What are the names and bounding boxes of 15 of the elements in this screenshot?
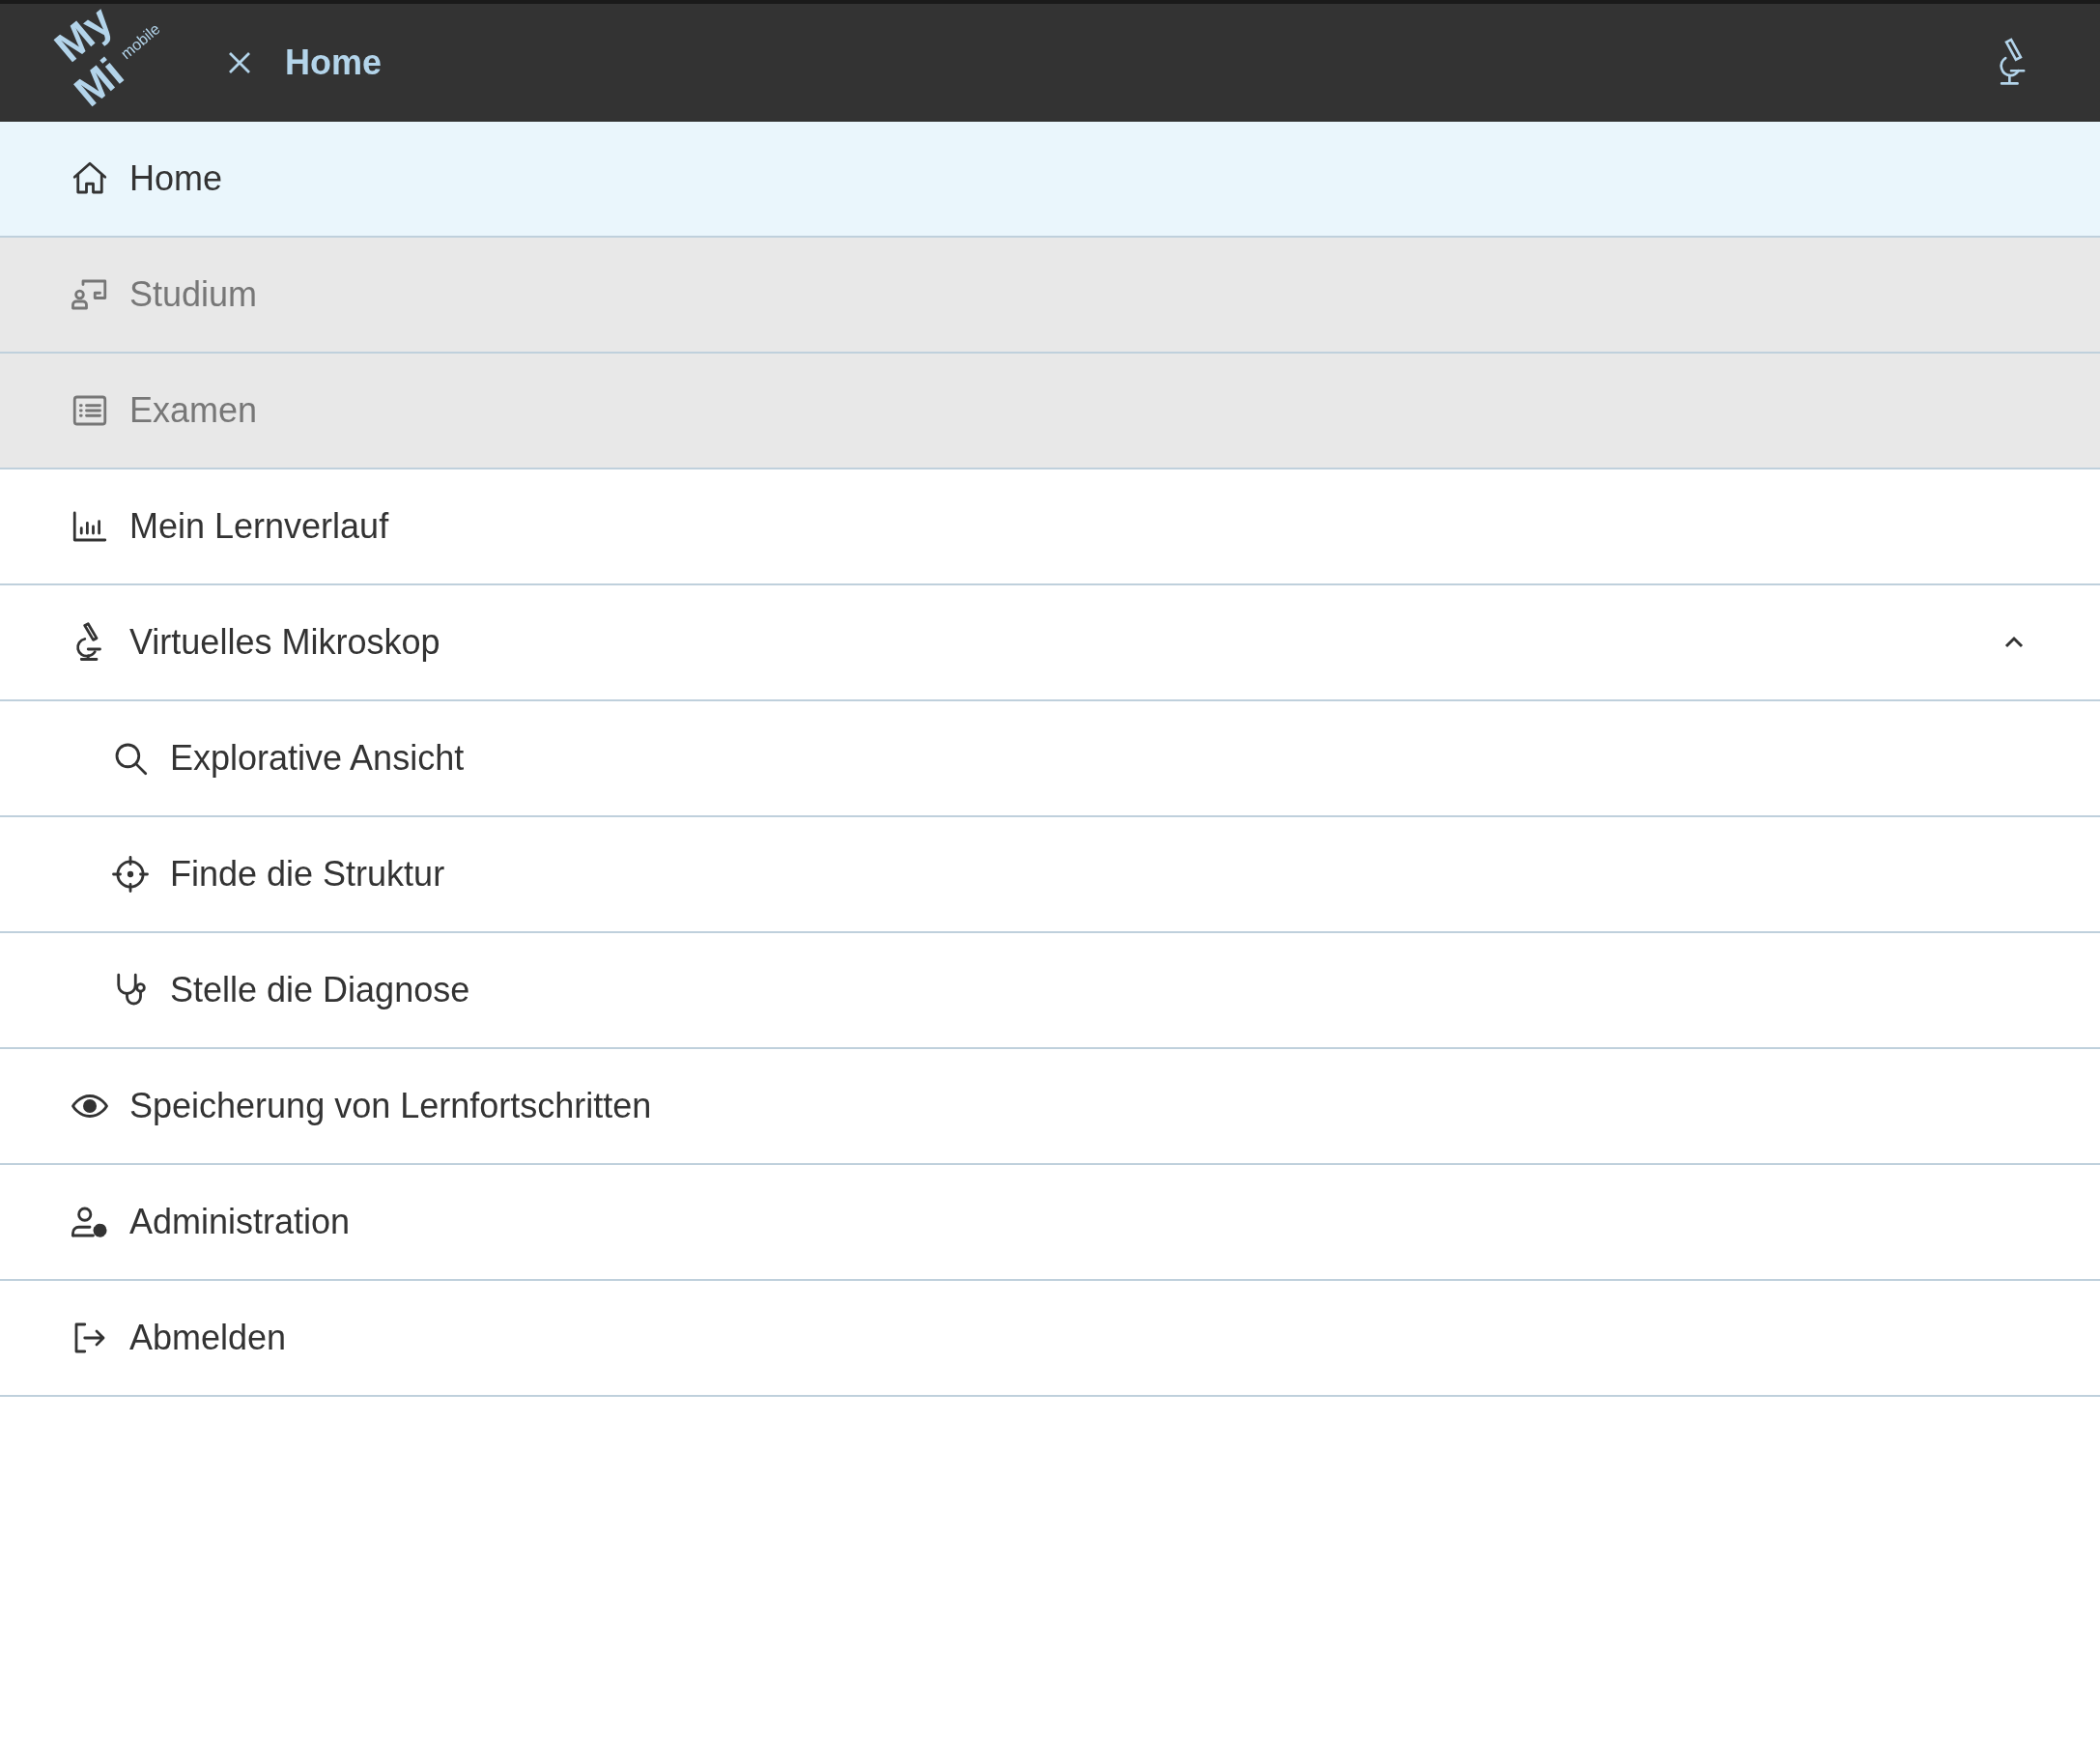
menu-label: Stelle die Diagnose bbox=[170, 969, 470, 1011]
page-title: Home bbox=[285, 42, 383, 84]
menu-label: Mein Lernverlauf bbox=[129, 505, 389, 548]
menu-label: Examen bbox=[129, 389, 258, 432]
menu-label: Administration bbox=[129, 1201, 351, 1243]
menu-label: Virtuelles Mikroskop bbox=[129, 621, 440, 664]
menu-label: Finde die Struktur bbox=[170, 853, 445, 895]
crosshair-icon bbox=[110, 854, 151, 895]
menu-label: Abmelden bbox=[129, 1317, 287, 1359]
menu-label: Speicherung von Lernfortschritten bbox=[129, 1085, 652, 1127]
menu-label: Home bbox=[129, 157, 223, 200]
chevron-icon[interactable] bbox=[2003, 636, 2025, 649]
menu-label: Studium bbox=[129, 273, 258, 316]
menu-label: Explorative Ansicht bbox=[170, 737, 465, 780]
menu-item[interactable]: Home bbox=[0, 122, 2100, 238]
